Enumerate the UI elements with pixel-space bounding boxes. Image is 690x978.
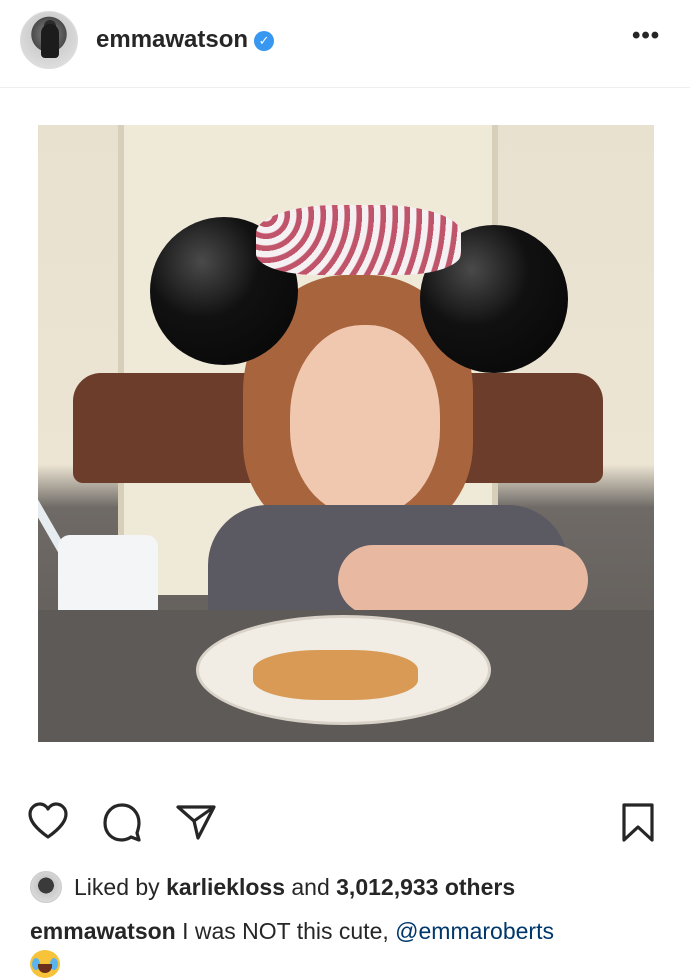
emoji-mouth xyxy=(38,964,52,973)
username-label[interactable]: emmawatson xyxy=(96,26,248,53)
liker-username[interactable]: karliekloss xyxy=(166,874,285,901)
caption-username[interactable]: emmawatson xyxy=(30,918,176,944)
photo-face xyxy=(290,325,440,515)
post-username[interactable]: emmawatson ✓ xyxy=(96,26,275,54)
avatar-figure-body xyxy=(41,24,59,58)
laughing-tears-emoji-icon xyxy=(30,950,60,978)
photo-food xyxy=(253,650,418,700)
profile-avatar[interactable] xyxy=(20,11,78,69)
likes-prefix: Liked by xyxy=(74,873,167,900)
liker-avatar[interactable] xyxy=(30,871,62,903)
post-photo[interactable] xyxy=(38,125,654,742)
likes-line: Liked by karliekloss and 3,012,933 other… xyxy=(30,870,515,904)
send-icon[interactable] xyxy=(174,800,218,844)
verified-badge-icon: ✓ xyxy=(254,31,275,51)
likes-count[interactable]: 3,012,933 others xyxy=(336,874,515,901)
photo-arm xyxy=(338,545,588,615)
more-options-icon[interactable]: ••• xyxy=(632,22,660,50)
heart-icon[interactable] xyxy=(26,800,70,844)
photo-bow xyxy=(256,205,461,275)
likes-middle: and xyxy=(284,873,337,900)
caption-text: I was NOT this cute, xyxy=(175,918,396,944)
caption-mention[interactable]: @emmaroberts xyxy=(395,918,554,944)
action-bar xyxy=(0,800,690,850)
bookmark-icon[interactable] xyxy=(616,800,660,844)
comment-icon[interactable] xyxy=(100,800,144,844)
post-caption: emmawatson I was NOT this cute, @emmarob… xyxy=(30,918,554,945)
post-header: emmawatson ✓ ••• xyxy=(0,0,690,88)
